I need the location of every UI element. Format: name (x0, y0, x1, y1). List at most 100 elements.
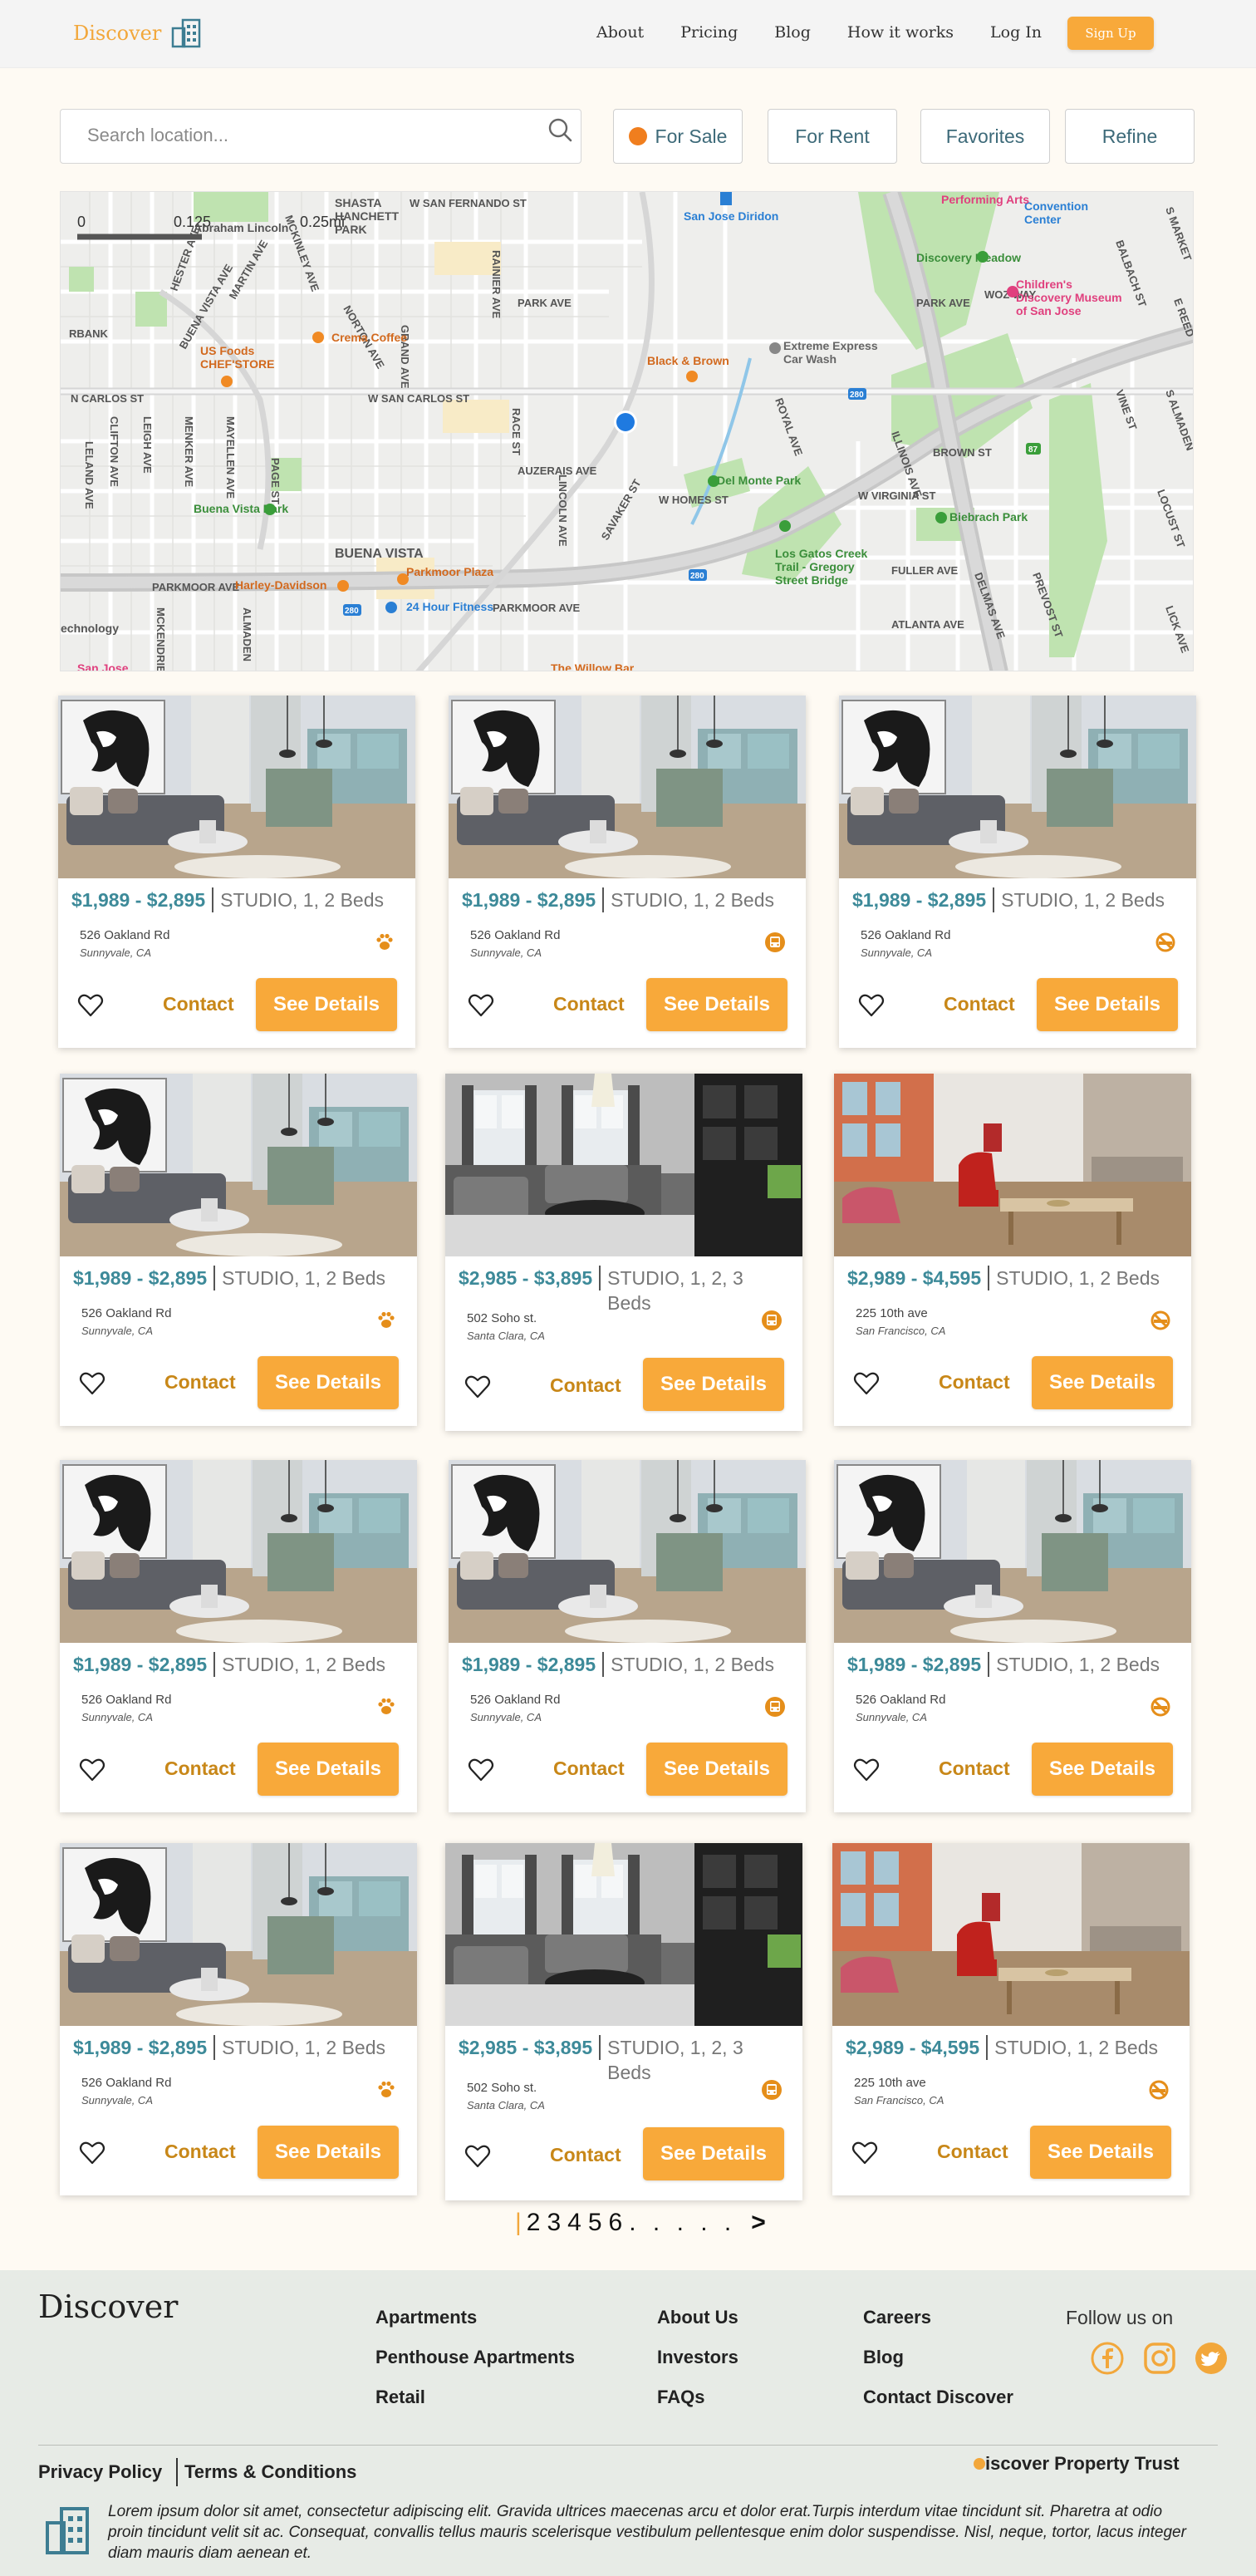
twitter-icon[interactable] (1195, 2342, 1228, 2375)
listing-card[interactable]: $2,985 - $3,895 STUDIO, 1, 2, 3 Beds 502 S… (445, 1074, 802, 1431)
contact-button[interactable]: Contact (550, 2144, 621, 2166)
see-details-button[interactable]: See Details (1032, 1356, 1173, 1409)
nav-how-it-works[interactable]: How it works (847, 23, 954, 42)
search-input[interactable] (87, 110, 536, 161)
see-details-button[interactable]: See Details (256, 978, 397, 1031)
favorite-heart-icon[interactable] (78, 1369, 106, 1398)
listing-card[interactable]: $1,989 - $2,895 STUDIO, 1, 2 Beds 526 Oakl… (60, 1460, 417, 1812)
footer-link-careers[interactable]: Careers (863, 2307, 931, 2328)
listing-card[interactable]: $2,989 - $4,595 STUDIO, 1, 2 Beds 225 10th… (834, 1074, 1191, 1426)
contact-button[interactable]: Contact (163, 993, 234, 1015)
see-details-button[interactable]: See Details (1032, 1743, 1173, 1796)
contact-button[interactable]: Contact (550, 1374, 621, 1397)
filter-for-rent[interactable]: For Rent (768, 109, 897, 164)
current-location-icon[interactable] (616, 413, 635, 431)
store-pin-icon[interactable] (686, 371, 698, 382)
contact-button[interactable]: Contact (553, 1757, 625, 1780)
footer-link-about-us[interactable]: About Us (657, 2307, 738, 2328)
listing-photo[interactable] (834, 1074, 1191, 1256)
see-details-button[interactable]: See Details (258, 2126, 399, 2179)
listing-photo[interactable] (60, 1460, 417, 1643)
contact-button[interactable]: Contact (944, 993, 1015, 1015)
favorite-heart-icon[interactable] (464, 1373, 492, 1401)
next-page-button[interactable]: > (751, 2209, 766, 2237)
favorite-heart-icon[interactable] (851, 2139, 879, 2167)
del-monte-pin-icon[interactable] (708, 475, 719, 487)
see-details-button[interactable]: See Details (646, 1743, 787, 1796)
nav-about[interactable]: About (596, 23, 644, 42)
listing-photo[interactable] (58, 696, 415, 878)
biebrach-pin-icon[interactable] (935, 512, 947, 524)
filter-refine[interactable]: Refine (1065, 109, 1195, 164)
footer-link-blog[interactable]: Blog (863, 2347, 904, 2368)
contact-button[interactable]: Contact (164, 1371, 236, 1394)
listing-photo[interactable] (445, 1843, 802, 2026)
page-5[interactable]: 5 (588, 2209, 602, 2237)
listing-card[interactable]: $1,989 - $2,895 STUDIO, 1, 2 Beds 526 Oakl… (60, 1843, 417, 2195)
page-3[interactable]: 3 (547, 2209, 561, 2237)
logo[interactable]: Discover (73, 18, 201, 48)
favorite-heart-icon[interactable] (857, 991, 886, 1020)
filter-for-sale[interactable]: For Sale (613, 109, 743, 164)
footer-link-faqs[interactable]: FAQs (657, 2387, 704, 2408)
see-details-button[interactable]: See Details (258, 1356, 399, 1409)
listing-card[interactable]: $1,989 - $2,895 STUDIO, 1, 2 Beds 526 Oakl… (839, 696, 1196, 1048)
harley-pin-icon[interactable] (337, 580, 349, 592)
listing-photo[interactable] (834, 1460, 1191, 1643)
favorite-heart-icon[interactable] (78, 1756, 106, 1784)
privacy-policy-link[interactable]: Privacy Policy (38, 2461, 162, 2483)
listing-photo[interactable] (832, 1843, 1190, 2026)
food-store-pin-icon[interactable] (221, 376, 233, 387)
discovery-pin-icon[interactable] (977, 251, 989, 263)
train-station-icon[interactable] (720, 192, 732, 205)
see-details-button[interactable]: See Details (258, 1743, 399, 1796)
footer-brand[interactable]: Discover (38, 2288, 178, 2325)
listing-photo[interactable] (449, 696, 806, 878)
footer-link-investors[interactable]: Investors (657, 2347, 738, 2368)
listing-card[interactable]: $2,989 - $4,595 STUDIO, 1, 2 Beds 225 10th… (832, 1843, 1190, 2195)
contact-button[interactable]: Contact (164, 1757, 236, 1780)
favorite-heart-icon[interactable] (78, 2139, 106, 2167)
nav-pricing[interactable]: Pricing (680, 23, 738, 42)
map[interactable]: 0 0.125 0.25mi RBANK N CARLOS ST W SAN C… (60, 191, 1194, 671)
listing-photo[interactable] (839, 696, 1196, 878)
see-details-button[interactable]: See Details (1037, 978, 1178, 1031)
facebook-icon[interactable] (1091, 2342, 1124, 2375)
trail-pin-icon[interactable] (779, 520, 791, 532)
listing-card[interactable]: $1,989 - $2,895 STUDIO, 1, 2 Beds 526 Oakl… (58, 696, 415, 1048)
listing-photo[interactable] (60, 1843, 417, 2026)
see-details-button[interactable]: See Details (643, 1358, 784, 1411)
favorite-heart-icon[interactable] (464, 2142, 492, 2170)
contact-button[interactable]: Contact (553, 993, 625, 1015)
page-2[interactable]: 2 (527, 2209, 541, 2237)
car-wash-pin-icon[interactable] (769, 342, 781, 354)
nav-log-in[interactable]: Log In (990, 23, 1042, 42)
filter-favorites[interactable]: Favorites (920, 109, 1050, 164)
park-pin-icon[interactable] (264, 504, 276, 515)
contact-button[interactable]: Contact (164, 2141, 236, 2163)
nav-blog[interactable]: Blog (774, 23, 811, 42)
listing-card[interactable]: $1,989 - $2,895 STUDIO, 1, 2 Beds 526 Oakl… (449, 1460, 806, 1812)
footer-link-apartments[interactable]: Apartments (375, 2307, 477, 2328)
listing-photo[interactable] (449, 1460, 806, 1643)
favorite-heart-icon[interactable] (852, 1369, 881, 1398)
favorite-heart-icon[interactable] (852, 1756, 881, 1784)
page-4[interactable]: 4 (567, 2209, 581, 2237)
listing-card[interactable]: $2,985 - $3,895 STUDIO, 1, 2, 3 Beds 502 S… (445, 1843, 802, 2200)
sign-up-button[interactable]: Sign Up (1067, 17, 1154, 50)
search-icon[interactable] (546, 116, 574, 145)
see-details-button[interactable]: See Details (643, 2127, 784, 2180)
fitness-pin-icon[interactable] (385, 602, 397, 613)
plaza-pin-icon[interactable] (397, 573, 409, 585)
footer-link-retail[interactable]: Retail (375, 2387, 425, 2408)
listing-card[interactable]: $1,989 - $2,895 STUDIO, 1, 2 Beds 526 Oakl… (449, 696, 806, 1048)
listing-card[interactable]: $1,989 - $2,895 STUDIO, 1, 2 Beds 526 Oakl… (834, 1460, 1191, 1812)
museum-pin-icon[interactable] (1007, 286, 1018, 297)
see-details-button[interactable]: See Details (1030, 2126, 1171, 2179)
favorite-heart-icon[interactable] (467, 991, 495, 1020)
instagram-icon[interactable] (1143, 2342, 1176, 2375)
contact-button[interactable]: Contact (939, 1757, 1010, 1780)
see-details-button[interactable]: See Details (646, 978, 787, 1031)
favorite-heart-icon[interactable] (76, 991, 105, 1020)
contact-button[interactable]: Contact (937, 2141, 1008, 2163)
